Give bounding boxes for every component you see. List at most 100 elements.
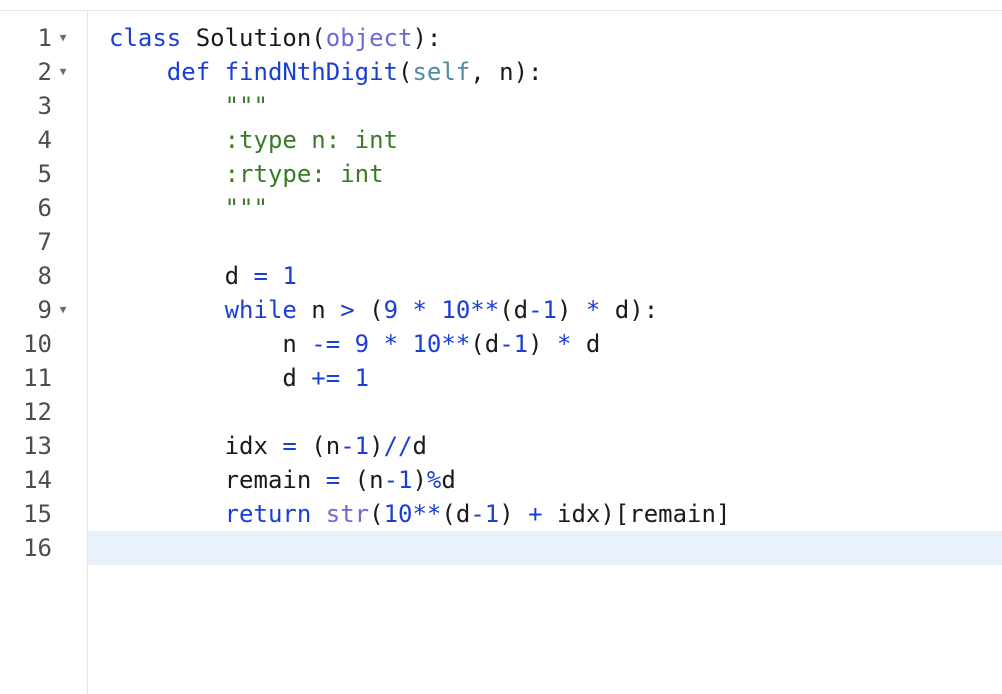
code-token: = bbox=[253, 262, 268, 290]
line-number: 11 bbox=[23, 364, 52, 392]
code-token: d bbox=[412, 432, 427, 460]
code-token: def bbox=[166, 58, 211, 86]
code-token: > bbox=[340, 296, 355, 324]
code-token: - bbox=[528, 296, 543, 324]
code-token: (n bbox=[296, 432, 341, 460]
code-token: - bbox=[470, 500, 485, 528]
code-token: ( bbox=[398, 58, 413, 86]
code-token: object bbox=[325, 24, 413, 52]
code-token: findNthDigit bbox=[224, 58, 398, 86]
code-token: ** bbox=[441, 330, 471, 358]
code-line[interactable]: n -= 9 * 10**(d-1) * d bbox=[109, 327, 600, 361]
code-token: (n bbox=[340, 466, 384, 494]
code-token: ) bbox=[412, 466, 427, 494]
code-token: - bbox=[383, 466, 399, 494]
code-token: class bbox=[109, 24, 182, 52]
line-number: 14 bbox=[23, 466, 52, 494]
code-token: return bbox=[224, 500, 312, 528]
code-token: // bbox=[383, 432, 413, 460]
code-token: 1 bbox=[282, 262, 297, 290]
code-token: idx bbox=[109, 432, 283, 460]
code-token: str bbox=[325, 500, 370, 528]
code-token: """ bbox=[224, 194, 268, 222]
line-number: 10 bbox=[23, 330, 52, 358]
code-line[interactable]: def findNthDigit(self, n): bbox=[109, 55, 543, 89]
code-token: Solution( bbox=[181, 24, 326, 52]
code-token: += bbox=[311, 364, 341, 392]
code-token: idx)[remain] bbox=[542, 500, 731, 528]
code-token: 1 bbox=[398, 466, 413, 494]
code-editor[interactable]: 1 ▼ 2 ▼ 3 4 5 6 7 8 9 ▼ 10 11 12 13 14 15 16 class Solutio… bbox=[0, 0, 1002, 694]
triangle-down-icon[interactable]: ▼ bbox=[56, 293, 70, 327]
line-number: 3 bbox=[37, 92, 52, 120]
code-token: 9 bbox=[383, 296, 399, 324]
line-number: 6 bbox=[37, 194, 52, 222]
code-token: d bbox=[109, 364, 312, 392]
line-number: 9 bbox=[37, 296, 52, 324]
code-token: ): bbox=[412, 24, 442, 52]
code-token: * bbox=[412, 296, 427, 324]
line-number: 8 bbox=[37, 262, 52, 290]
code-line[interactable]: while n > (9 * 10**(d-1) * d): bbox=[109, 293, 659, 327]
code-token: d bbox=[441, 466, 456, 494]
triangle-down-icon[interactable]: ▼ bbox=[56, 21, 70, 55]
code-line[interactable]: class Solution(object): bbox=[109, 21, 441, 55]
code-token: ) bbox=[557, 296, 586, 324]
code-line[interactable]: d += 1 bbox=[109, 361, 369, 395]
code-area[interactable]: class Solution(object): def findNthDigit… bbox=[88, 11, 1002, 694]
code-token: 10 bbox=[441, 296, 471, 324]
code-token: 1 bbox=[542, 296, 557, 324]
code-line[interactable]: :rtype: int bbox=[109, 157, 384, 191]
triangle-down-icon[interactable]: ▼ bbox=[56, 55, 70, 89]
code-token: * bbox=[585, 296, 601, 324]
code-token: :type n: int bbox=[224, 126, 398, 154]
code-token: :rtype: int bbox=[224, 160, 384, 188]
code-token: = bbox=[325, 466, 341, 494]
line-number: 1 bbox=[37, 24, 52, 52]
code-token: (d bbox=[470, 330, 500, 358]
code-line[interactable]: remain = (n-1)%d bbox=[109, 463, 456, 497]
code-token: ( bbox=[369, 500, 384, 528]
code-token: ( bbox=[354, 296, 384, 324]
code-token: d bbox=[109, 262, 254, 290]
code-token: 10 bbox=[383, 500, 413, 528]
code-line[interactable]: return str(10**(d-1) + idx)[remain] bbox=[109, 497, 731, 531]
code-token: % bbox=[426, 466, 442, 494]
code-line[interactable]: idx = (n-1)//d bbox=[109, 429, 427, 463]
code-line[interactable]: """ bbox=[109, 191, 268, 225]
code-token: d bbox=[571, 330, 601, 358]
code-line[interactable]: """ bbox=[109, 89, 268, 123]
code-token: ) bbox=[499, 500, 529, 528]
code-token: ) bbox=[369, 432, 384, 460]
code-token: while bbox=[224, 296, 297, 324]
code-token: self bbox=[412, 58, 471, 86]
code-token: 1 bbox=[354, 364, 370, 392]
code-token: ** bbox=[470, 296, 500, 324]
editor-top-border bbox=[0, 0, 1002, 11]
code-token: 1 bbox=[354, 432, 370, 460]
code-token: = bbox=[282, 432, 297, 460]
code-token: 10 bbox=[412, 330, 442, 358]
line-number: 2 bbox=[37, 58, 52, 86]
line-number: 5 bbox=[37, 160, 52, 188]
line-number: 13 bbox=[23, 432, 52, 460]
code-token: n bbox=[296, 296, 341, 324]
code-line[interactable]: d = 1 bbox=[109, 259, 297, 293]
code-line[interactable]: :type n: int bbox=[109, 123, 398, 157]
line-number: 7 bbox=[37, 228, 52, 256]
line-number: 4 bbox=[37, 126, 52, 154]
code-token: + bbox=[528, 500, 543, 528]
